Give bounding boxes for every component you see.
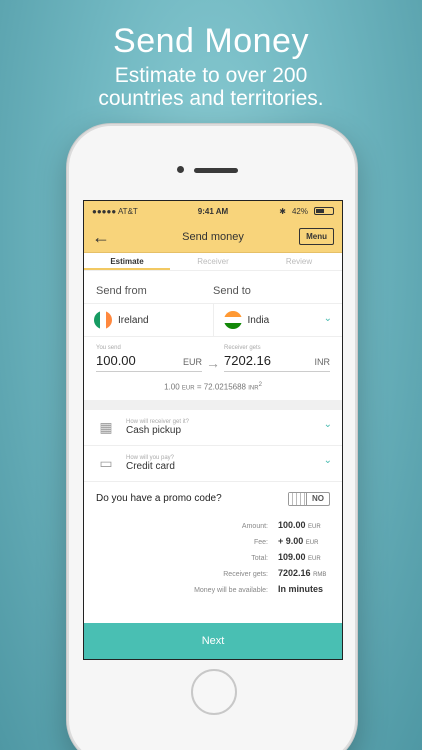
earpiece-speaker bbox=[194, 168, 238, 173]
summary-amount: 100.00 bbox=[278, 519, 306, 530]
you-send-label: You send bbox=[96, 345, 121, 351]
receive-amount-field[interactable]: 7202.16 INR bbox=[224, 353, 330, 372]
summary-value: + 9.00 EUR bbox=[278, 536, 330, 546]
send-to-label: Send to bbox=[213, 285, 251, 297]
summary-label: Amount: bbox=[241, 522, 268, 530]
summary-unit: EUR bbox=[305, 539, 319, 546]
battery-percent: 42% bbox=[291, 206, 308, 216]
amount-block: You send Receiver gets 100.00 EUR → 7202… bbox=[84, 337, 342, 400]
fee-summary: Amount: 100.00 EUR Fee: + 9.00 EUR Total… bbox=[84, 516, 342, 600]
chevron-down-icon[interactable]: ⌄ bbox=[324, 455, 332, 466]
phone-frame: ●●●●● AT&T 9:41 AM ✱ 42% ← Send money Me… bbox=[67, 124, 357, 750]
receive-amount-value: 7202.16 bbox=[224, 353, 271, 368]
step-tabs: Estimate Receiver Review bbox=[84, 253, 342, 271]
promo-question: Do you have a promo code? bbox=[96, 493, 222, 505]
from-country-selector[interactable]: Ireland bbox=[84, 304, 213, 336]
payment-value: Credit card bbox=[126, 460, 175, 472]
summary-row: Total: 109.00 EUR bbox=[96, 552, 330, 568]
summary-unit: RMB bbox=[313, 571, 327, 578]
summary-amount: + 9.00 bbox=[278, 535, 304, 546]
rate-right-value: 72.0215688 bbox=[203, 382, 246, 392]
payment-method-selector[interactable]: ▭ How will you pay? Credit card ⌄ bbox=[84, 446, 342, 482]
rate-left-value: 1.00 bbox=[164, 382, 180, 392]
nav-bar: ← Send money Menu bbox=[84, 221, 342, 253]
to-country-name: India bbox=[247, 314, 270, 326]
send-amount-value: 100.00 bbox=[96, 353, 136, 368]
battery-icon bbox=[314, 207, 334, 215]
arrow-right-icon: → bbox=[206, 354, 220, 371]
hero-title: Send Money bbox=[113, 22, 309, 60]
exchange-rate: 1.00 EUR = 72.0215688 INR2 bbox=[96, 372, 330, 400]
promo-toggle-label: NO bbox=[312, 494, 324, 504]
tab-receiver[interactable]: Receiver bbox=[170, 253, 256, 270]
front-camera bbox=[177, 166, 184, 173]
summary-label: Fee: bbox=[253, 538, 268, 546]
summary-unit: EUR bbox=[308, 523, 321, 530]
receive-currency: INR bbox=[314, 357, 331, 367]
summary-row: Receiver gets: 7202.16 RMB bbox=[96, 568, 330, 584]
send-currency: EUR bbox=[182, 357, 202, 367]
credit-card-icon: ▭ bbox=[99, 455, 113, 472]
storefront-icon: ▦ bbox=[99, 419, 113, 436]
summary-row: Amount: 100.00 EUR bbox=[96, 520, 330, 536]
summary-amount: In minutes bbox=[278, 583, 324, 594]
send-from-label: Send from bbox=[96, 285, 147, 297]
summary-unit: EUR bbox=[308, 555, 321, 562]
rate-left-unit: EUR bbox=[181, 385, 195, 392]
home-button[interactable] bbox=[191, 669, 237, 715]
promo-toggle[interactable]: NO bbox=[288, 491, 330, 506]
status-bar: ●●●●● AT&T 9:41 AM ✱ 42% bbox=[84, 201, 342, 221]
hero-subtitle-line2: countries and territories. bbox=[98, 87, 324, 110]
delivery-method-selector[interactable]: ▦ How will receiver get it? Cash pickup … bbox=[84, 410, 342, 446]
next-button[interactable]: Next bbox=[84, 623, 342, 659]
summary-value: In minutes bbox=[278, 584, 330, 594]
summary-label: Total: bbox=[251, 554, 268, 562]
summary-value: 100.00 EUR bbox=[278, 520, 330, 530]
rate-equals: = bbox=[196, 382, 202, 392]
chevron-down-icon[interactable]: ⌄ bbox=[324, 419, 332, 430]
rate-right-unit: INR bbox=[248, 385, 259, 392]
send-amount-field[interactable]: 100.00 EUR bbox=[96, 353, 202, 372]
ireland-flag-icon bbox=[94, 311, 112, 329]
carrier: ●●●●● AT&T bbox=[92, 206, 138, 216]
summary-label: Receiver gets: bbox=[223, 570, 268, 578]
from-country-name: Ireland bbox=[118, 314, 149, 326]
to-country-selector[interactable]: India ⌄ bbox=[212, 304, 343, 336]
section-divider bbox=[84, 399, 342, 410]
summary-row: Money will be available: In minutes bbox=[96, 584, 330, 600]
bluetooth-icon: ✱ bbox=[279, 206, 286, 216]
summary-value: 7202.16 RMB bbox=[278, 568, 330, 578]
summary-row: Fee: + 9.00 EUR bbox=[96, 536, 330, 552]
promo-row: Do you have a promo code? NO bbox=[84, 482, 342, 516]
delivery-value: Cash pickup bbox=[126, 424, 182, 436]
receiver-gets-label: Receiver gets bbox=[224, 345, 261, 351]
toggle-knob bbox=[289, 492, 307, 505]
hero-subtitle: Estimate to over 200 countries and terri… bbox=[0, 64, 422, 110]
rate-footnote: 2 bbox=[258, 382, 262, 388]
summary-value: 109.00 EUR bbox=[278, 552, 330, 562]
hero-subtitle-line1: Estimate to over 200 bbox=[114, 64, 308, 87]
tab-estimate[interactable]: Estimate bbox=[84, 253, 170, 270]
summary-label: Money will be available: bbox=[194, 586, 268, 594]
summary-amount: 109.00 bbox=[278, 551, 306, 562]
tab-review[interactable]: Review bbox=[256, 253, 342, 270]
country-selector-row: Ireland India ⌄ bbox=[84, 303, 342, 337]
country-headers: Send from Send to bbox=[84, 271, 342, 303]
chevron-down-icon[interactable]: ⌄ bbox=[324, 313, 332, 324]
back-arrow-icon[interactable]: ← bbox=[92, 227, 110, 248]
menu-button[interactable]: Menu bbox=[299, 228, 334, 245]
india-flag-icon bbox=[223, 311, 242, 329]
summary-amount: 7202.16 bbox=[278, 567, 311, 578]
app-screen: ●●●●● AT&T 9:41 AM ✱ 42% ← Send money Me… bbox=[83, 200, 343, 660]
